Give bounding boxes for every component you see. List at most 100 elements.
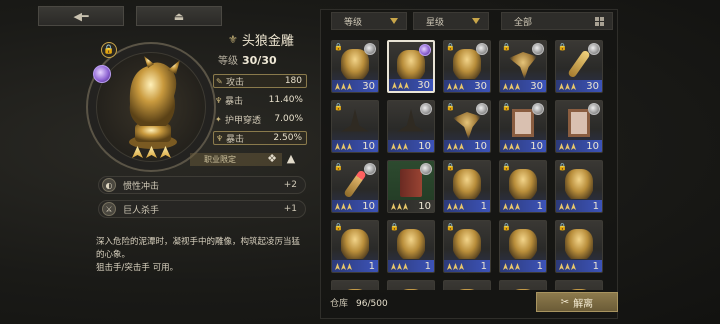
inventory-panel: 等级 星级 全部 🔒 30 30 🔒 30 🔒 30 🔒 30 🔒 10 10 🔒 10 🔒 10 10 🔒 10 1… xyxy=(320,9,618,319)
star-icon xyxy=(403,203,408,210)
star-icon xyxy=(503,203,508,210)
star-icon xyxy=(347,83,352,90)
inventory-tile[interactable]: 🔒 1 xyxy=(499,160,547,213)
lock-icon: 🔒 xyxy=(558,163,567,171)
skill-row[interactable]: ◐ 惯性冲击 +2 xyxy=(98,176,306,194)
star-icon xyxy=(565,203,570,210)
crit-icon: ♆ xyxy=(216,133,224,143)
inventory-tile[interactable]: 🔒 1 xyxy=(555,220,603,273)
inventory-tile[interactable] xyxy=(443,280,491,290)
star-icon xyxy=(335,83,340,90)
eject-button[interactable]: ⏏ xyxy=(136,6,222,26)
lock-icon: 🔒 xyxy=(502,223,511,231)
item-art-icon xyxy=(453,169,481,199)
star-icon xyxy=(503,263,508,270)
star-icon xyxy=(559,263,564,270)
item-art-icon xyxy=(400,169,422,197)
star-icon xyxy=(571,263,576,270)
inventory-tile[interactable]: 🔒 1 xyxy=(331,220,379,273)
inventory-tile[interactable] xyxy=(499,280,547,290)
inventory-tile[interactable]: 🔒 10 xyxy=(443,100,491,153)
tile-footer: 1 xyxy=(500,260,546,272)
storage-count: 仓库 96/500 xyxy=(330,299,388,309)
star-icon xyxy=(341,203,346,210)
inventory-tile[interactable]: 🔒 1 xyxy=(387,220,435,273)
star-icon xyxy=(459,263,464,270)
item-art-icon xyxy=(567,49,591,79)
star-icon xyxy=(347,143,352,150)
item-art-icon xyxy=(397,289,425,290)
inventory-tile[interactable]: 🔒 10 xyxy=(331,100,379,153)
tile-level: 10 xyxy=(530,141,543,152)
tile-star-rating xyxy=(559,83,576,90)
skill-row[interactable]: ⚔ 巨人杀手 +1 xyxy=(98,200,306,218)
inventory-tile[interactable]: 🔒 30 xyxy=(499,40,547,93)
tile-footer: 1 xyxy=(444,200,490,212)
tile-star-rating xyxy=(559,203,576,210)
inventory-tile[interactable]: 🔒 1 xyxy=(443,220,491,273)
tile-footer: 30 xyxy=(500,80,546,92)
filter-star-dropdown[interactable]: 星级 xyxy=(413,12,489,30)
inventory-tile[interactable] xyxy=(331,280,379,290)
inventory-tile[interactable]: 🔒 1 xyxy=(499,220,547,273)
tile-footer: 10 xyxy=(500,140,546,152)
tile-level: 1 xyxy=(368,261,375,272)
star-icon xyxy=(515,143,520,150)
tile-level: 1 xyxy=(480,261,487,272)
inventory-tile[interactable]: 🔒 30 xyxy=(443,40,491,93)
star-icon xyxy=(398,82,403,89)
star-icon xyxy=(559,143,564,150)
tile-footer: 10 xyxy=(444,140,490,152)
inventory-tile[interactable]: 🔒 30 xyxy=(331,40,379,93)
item-description: 深入危险的泥潭时，凝视手中的雕像，构筑起凌厉当猛 的心象。 狙击手/突击手 可用… xyxy=(96,237,301,273)
tile-level: 10 xyxy=(474,141,487,152)
lock-icon: 🔒 xyxy=(502,43,511,51)
tile-footer: 10 xyxy=(332,140,378,152)
star-icon xyxy=(565,263,570,270)
tile-star-rating xyxy=(503,143,520,150)
inventory-tile[interactable]: 10 xyxy=(387,160,435,213)
lock-icon[interactable]: 🔒 xyxy=(101,42,117,58)
item-art-icon xyxy=(565,229,593,259)
inventory-tile[interactable] xyxy=(387,280,435,290)
inventory-tile[interactable]: 🔒 10 xyxy=(499,100,547,153)
inventory-tile[interactable]: 10 xyxy=(555,100,603,153)
inventory-tile[interactable]: 🔒 1 xyxy=(555,160,603,213)
back-arrow-icon: ◀━ xyxy=(73,9,89,23)
item-art-icon xyxy=(509,169,537,199)
star-icon xyxy=(447,83,452,90)
inventory-tile[interactable]: 🔒 10 xyxy=(331,160,379,213)
inventory-tile[interactable]: 30 xyxy=(387,40,435,93)
tile-footer: 1 xyxy=(444,260,490,272)
dismantle-icon: ✂ xyxy=(560,296,570,308)
inventory-tile[interactable]: 🔒 30 xyxy=(555,40,603,93)
inventory-tile[interactable]: 🔒 1 xyxy=(443,160,491,213)
dismantle-button[interactable]: ✂ 解离 xyxy=(536,292,618,312)
star-icon xyxy=(404,82,409,89)
filter-level-dropdown[interactable]: 等级 xyxy=(331,12,407,30)
lock-icon: 🔒 xyxy=(390,223,399,231)
star-icon xyxy=(459,143,464,150)
star-icon xyxy=(347,203,352,210)
lock-icon: 🔒 xyxy=(334,43,343,51)
item-art-icon xyxy=(565,169,593,199)
gem-icon xyxy=(532,43,544,55)
inventory-tile[interactable]: 10 xyxy=(387,100,435,153)
item-name: 头狼金雕 xyxy=(241,34,294,49)
tile-star-rating xyxy=(335,143,352,150)
tile-level: 30 xyxy=(530,81,543,92)
inventory-tile[interactable] xyxy=(555,280,603,290)
back-button[interactable]: ◀━ xyxy=(38,6,124,26)
sniper-class-icon[interactable]: ❖ xyxy=(264,150,280,166)
item-art-icon xyxy=(453,112,481,139)
grid-view-icon xyxy=(595,17,604,26)
lock-icon: 🔒 xyxy=(334,223,343,231)
item-art-icon xyxy=(509,229,537,259)
item-art-icon xyxy=(453,289,481,290)
tile-star-rating xyxy=(335,263,352,270)
tile-star-rating xyxy=(503,203,520,210)
assault-class-icon[interactable]: ▲ xyxy=(283,150,299,166)
armor-pen-icon: ✦ xyxy=(215,114,222,124)
filter-category-dropdown[interactable]: 全部 xyxy=(501,12,613,30)
star-icon xyxy=(515,263,520,270)
